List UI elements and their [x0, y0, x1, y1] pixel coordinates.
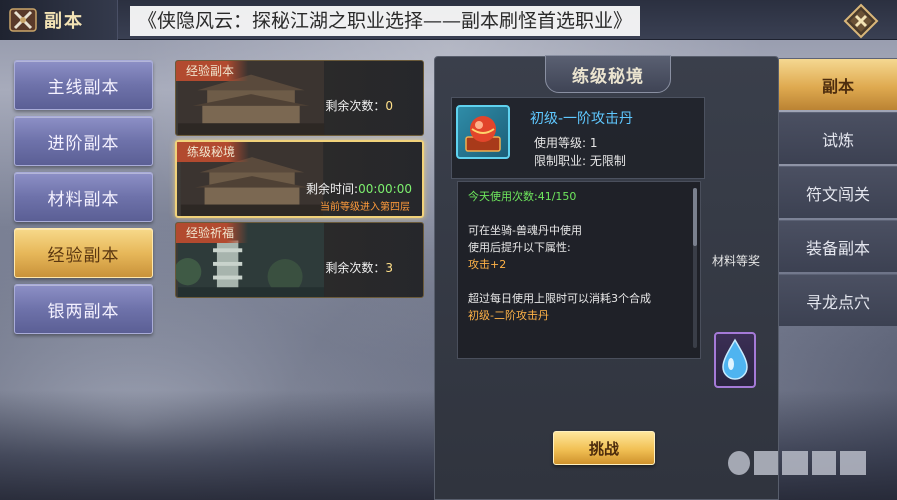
stat-value: 3 — [385, 261, 393, 275]
item-description-box: 今天使用次数:41/150 可在坐骑-兽魂丹中使用 使用后提升以下属性: 攻击+… — [457, 181, 701, 359]
attribute-header: 使用后提升以下属性: — [468, 241, 571, 254]
nav-label: 进阶副本 — [47, 133, 120, 154]
watermark-block — [840, 451, 866, 475]
dungeon-card-exp-blessing[interactable]: 经验祈福 剩余次数：3 — [175, 222, 424, 298]
watermark-block — [754, 451, 778, 475]
dungeon-remaining-time: 剩余时间:00:00:00 — [306, 180, 412, 197]
panel-title: 练级秘境 — [545, 55, 671, 93]
description-scrollbar[interactable] — [693, 188, 697, 348]
tab-label: 试炼 — [821, 130, 854, 150]
watermark-block — [782, 451, 808, 475]
tab-label: 寻龙点穴 — [805, 292, 870, 312]
detail-panel: 练级秘境 初级-一阶攻击丹 使用等级: 1 限制职业: 无限制 今天使用次数:4… — [434, 55, 779, 500]
top-bar: 副本 《侠隐风云：探秘江湖之职业选择——副本刷怪首选职业》 — [0, 0, 897, 40]
scrollbar-thumb[interactable] — [693, 188, 697, 246]
tab-label: 副本 — [821, 76, 854, 96]
challenge-label: 挑战 — [588, 439, 619, 458]
tab-dragon-point[interactable]: 寻龙点穴 — [779, 274, 897, 326]
article-title-banner: 《侠隐风云：探秘江湖之职业选择——副本刷怪首选职业》 — [130, 6, 641, 36]
right-tab-nav: 副本 试炼 符文闯关 装备副本 寻龙点穴 — [779, 58, 897, 328]
dungeon-card-training-realm[interactable]: 练级秘境 剩余时间:00:00:00 当前等级进入第四层 — [175, 140, 424, 218]
challenge-button[interactable]: 挑战 — [553, 431, 655, 465]
nav-advanced-dungeon[interactable]: 进阶副本 — [14, 116, 153, 166]
page-title: 副本 — [44, 11, 84, 32]
nav-label: 经验副本 — [47, 245, 120, 266]
nav-label: 银两副本 — [47, 301, 120, 322]
tab-rune-challenge[interactable]: 符文闯关 — [779, 166, 897, 218]
dungeon-remaining: 剩余次数：0 — [325, 97, 393, 114]
tab-dungeon[interactable]: 副本 — [779, 58, 897, 110]
dungeon-remaining: 剩余次数：3 — [325, 259, 393, 276]
usage-location: 可在坐骑-兽魂丹中使用 — [468, 224, 582, 237]
nav-exp-dungeon[interactable]: 经验副本 — [14, 228, 153, 278]
tab-label: 装备副本 — [805, 238, 870, 258]
tab-trial[interactable]: 试炼 — [779, 112, 897, 164]
stat-label: 剩余次数： — [325, 261, 386, 275]
nav-material-dungeon[interactable]: 材料副本 — [14, 172, 153, 222]
left-category-nav: 主线副本 进阶副本 材料副本 经验副本 银两副本 — [14, 60, 153, 340]
nav-label: 材料副本 — [47, 189, 120, 210]
dungeon-name: 练级秘境 — [177, 142, 250, 162]
close-icon — [843, 3, 879, 39]
watermark-logo — [728, 451, 750, 475]
synthesis-result: 初级-二阶攻击丹 — [468, 309, 549, 322]
item-name: 初级-一阶攻击丹 — [530, 111, 634, 127]
overflow-rule: 超过每日使用上限时可以消耗3个合成 — [468, 292, 651, 305]
item-class-restriction: 限制职业: 无限制 — [534, 154, 626, 168]
reward-item-slot[interactable] — [714, 332, 756, 388]
crossed-swords-icon — [9, 8, 37, 32]
red-orb-on-chest-icon — [465, 116, 501, 152]
stat-value: 0 — [385, 99, 393, 113]
tab-label: 符文闯关 — [805, 184, 870, 204]
watermark-block — [812, 451, 836, 475]
stat-value: 00:00:00 — [358, 182, 412, 196]
header-title-area: 副本 — [0, 0, 118, 40]
stat-label: 剩余次数： — [325, 99, 386, 113]
nav-label: 主线副本 — [47, 77, 120, 98]
item-slot[interactable] — [456, 105, 510, 159]
water-drop-crystal-icon — [722, 338, 748, 380]
reward-materials-text: 材料等奖 — [712, 254, 761, 268]
item-use-level: 使用等级: 1 — [534, 136, 598, 150]
dungeon-name: 经验祈福 — [176, 223, 249, 243]
dungeon-name: 经验副本 — [176, 61, 249, 81]
dungeon-card-exp[interactable]: 经验副本 剩余次数：0 — [175, 60, 424, 136]
nav-silver-dungeon[interactable]: 银两副本 — [14, 284, 153, 334]
close-button[interactable] — [841, 2, 881, 40]
attribute-bonus: 攻击+2 — [468, 258, 507, 271]
item-info-box: 初级-一阶攻击丹 使用等级: 1 限制职业: 无限制 — [451, 97, 705, 179]
stat-label: 剩余时间: — [306, 182, 359, 196]
blurred-watermark — [728, 446, 888, 480]
nav-main-dungeon[interactable]: 主线副本 — [14, 60, 153, 110]
today-usage-count: 今天使用次数:41/150 — [468, 190, 577, 203]
tab-equipment-dungeon[interactable]: 装备副本 — [779, 220, 897, 272]
dungeon-level-note: 当前等级进入第四层 — [320, 202, 410, 213]
